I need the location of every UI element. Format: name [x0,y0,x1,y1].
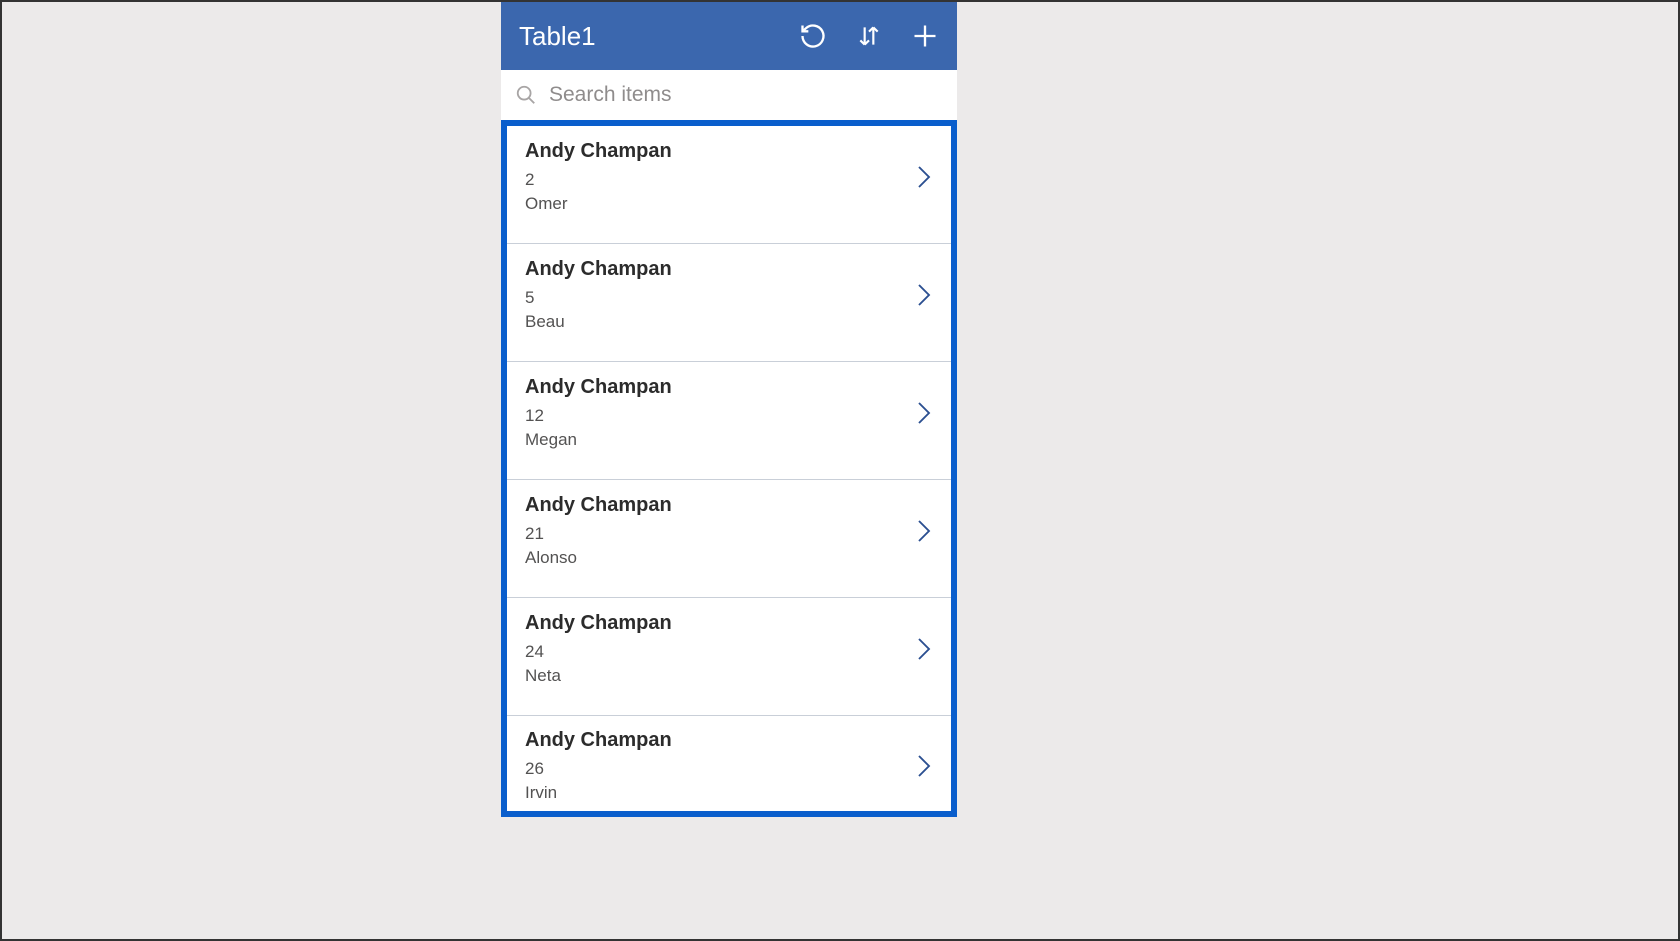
chevron-right-icon[interactable] [915,398,933,428]
item-name: Irvin [525,781,903,805]
header-actions [799,22,939,50]
item-title: Andy Champan [525,138,903,164]
list-item[interactable]: Andy Champan 12 Megan [507,362,951,480]
search-icon [515,84,537,106]
chevron-right-icon[interactable] [915,162,933,192]
add-icon[interactable] [911,22,939,50]
chevron-right-icon[interactable] [915,634,933,664]
item-title: Andy Champan [525,492,903,518]
search-bar [501,70,957,120]
chevron-right-icon[interactable] [915,751,933,781]
item-name: Alonso [525,546,903,570]
item-content: Andy Champan 21 Alonso [525,492,903,570]
item-name: Neta [525,664,903,688]
list-item[interactable]: Andy Champan 5 Beau [507,244,951,362]
item-number: 24 [525,640,903,664]
item-title: Andy Champan [525,727,903,753]
item-title: Andy Champan [525,610,903,636]
item-number: 26 [525,757,903,781]
item-content: Andy Champan 24 Neta [525,610,903,688]
item-name: Beau [525,310,903,334]
search-input[interactable] [549,83,943,107]
item-name: Megan [525,428,903,452]
list-item[interactable]: Andy Champan 21 Alonso [507,480,951,598]
item-content: Andy Champan 26 Irvin [525,727,903,805]
item-content: Andy Champan 5 Beau [525,256,903,334]
item-name: Omer [525,192,903,216]
item-number: 5 [525,286,903,310]
item-number: 2 [525,168,903,192]
item-number: 21 [525,522,903,546]
list-item[interactable]: Andy Champan 26 Irvin [507,716,951,811]
item-number: 12 [525,404,903,428]
sort-icon[interactable] [855,22,883,50]
item-title: Andy Champan [525,256,903,282]
header-title: Table1 [519,21,799,52]
app-frame: Table1 [501,2,957,817]
browse-gallery[interactable]: Andy Champan 2 Omer Andy Champan 5 Beau [501,120,957,817]
chevron-right-icon[interactable] [915,280,933,310]
item-content: Andy Champan 2 Omer [525,138,903,216]
refresh-icon[interactable] [799,22,827,50]
item-content: Andy Champan 12 Megan [525,374,903,452]
list-item[interactable]: Andy Champan 2 Omer [507,126,951,244]
header-bar: Table1 [501,2,957,70]
chevron-right-icon[interactable] [915,516,933,546]
item-title: Andy Champan [525,374,903,400]
list-item[interactable]: Andy Champan 24 Neta [507,598,951,716]
